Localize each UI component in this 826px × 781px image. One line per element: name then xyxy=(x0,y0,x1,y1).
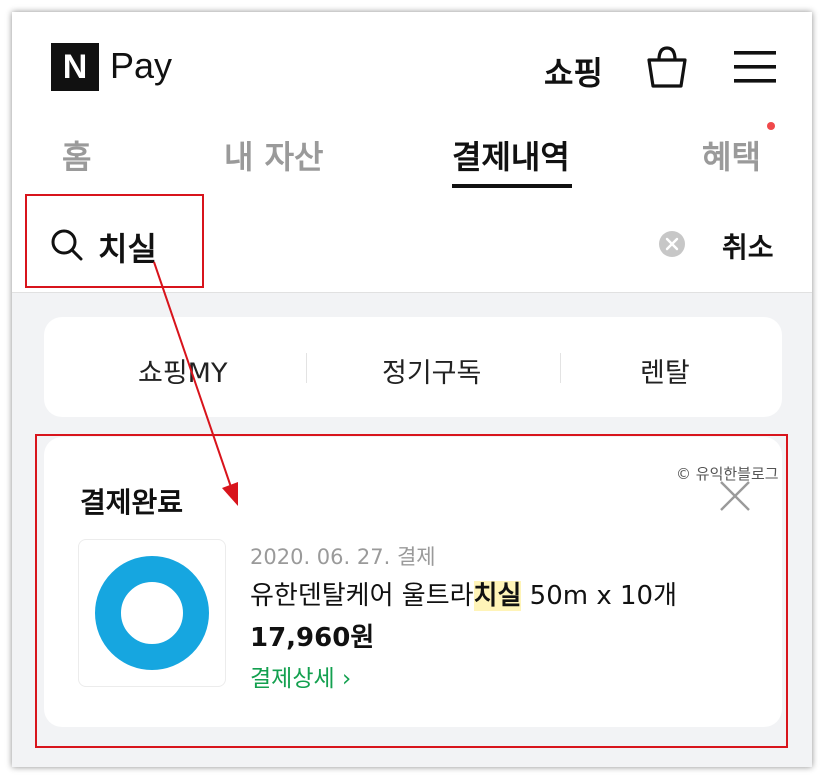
tab-home[interactable]: 홈 xyxy=(62,132,91,178)
product-name-prefix: 유한덴탈케어 울트라 xyxy=(250,581,474,611)
product-image-icon xyxy=(95,556,209,670)
search-input[interactable]: 치실 xyxy=(98,224,157,270)
filter-divider xyxy=(560,353,561,383)
filter-divider xyxy=(306,353,307,383)
category-filter-card: 쇼핑MY 정기구독 렌탈 xyxy=(44,317,782,417)
search-highlight: 치실 xyxy=(473,581,522,611)
product-thumbnail[interactable] xyxy=(78,539,226,687)
tab-my-assets[interactable]: 내 자산 xyxy=(224,132,323,178)
hamburger-menu-icon[interactable] xyxy=(734,48,776,86)
pay-logo-text[interactable]: Pay xyxy=(110,45,172,87)
clear-search-icon[interactable] xyxy=(658,230,686,258)
notification-dot xyxy=(767,122,775,130)
payment-detail-link[interactable]: 결제상세 › xyxy=(250,659,351,693)
shopping-bag-icon[interactable] xyxy=(644,44,690,90)
tab-benefits[interactable]: 혜택 xyxy=(702,132,761,178)
product-name[interactable]: 유한덴탈케어 울트라치실 50m x 10개 xyxy=(250,575,677,612)
tab-payment-history[interactable]: 결제내역 xyxy=(452,132,570,178)
close-icon[interactable] xyxy=(718,479,752,513)
chevron-right-icon: › xyxy=(341,666,352,692)
cancel-search-button[interactable]: 취소 xyxy=(722,226,774,266)
shopping-link[interactable]: 쇼핑 xyxy=(544,48,603,94)
active-tab-indicator xyxy=(452,184,572,188)
product-price: 17,960원 xyxy=(250,623,375,653)
search-bar: 치실 취소 xyxy=(12,200,812,293)
filter-shopping-my[interactable]: 쇼핑MY xyxy=(138,351,227,390)
order-card[interactable]: 결제완료 © 유익한블로그 2020. 06. 27. 결제 유한덴탈케어 울트… xyxy=(44,437,782,727)
app-frame: N Pay 쇼핑 홈 내 자산 결제내역 혜택 치실 취소 쇼핑MY 정기구독 … xyxy=(12,12,812,767)
payment-date: 2020. 06. 27. 결제 xyxy=(250,545,436,569)
app-header: N Pay 쇼핑 xyxy=(12,12,812,122)
product-name-suffix: 50m x 10개 xyxy=(521,581,677,611)
search-icon xyxy=(51,229,83,261)
filter-subscription[interactable]: 정기구독 xyxy=(382,351,481,390)
order-status: 결제완료 xyxy=(80,486,184,519)
naver-logo[interactable]: N xyxy=(51,43,99,91)
payment-detail-label: 결제상세 xyxy=(250,666,335,692)
results-area: 쇼핑MY 정기구독 렌탈 결제완료 © 유익한블로그 2020. 06. 27.… xyxy=(12,293,812,767)
filter-rental[interactable]: 렌탈 xyxy=(640,351,690,390)
main-tabs: 홈 내 자산 결제내역 혜택 xyxy=(12,122,812,194)
